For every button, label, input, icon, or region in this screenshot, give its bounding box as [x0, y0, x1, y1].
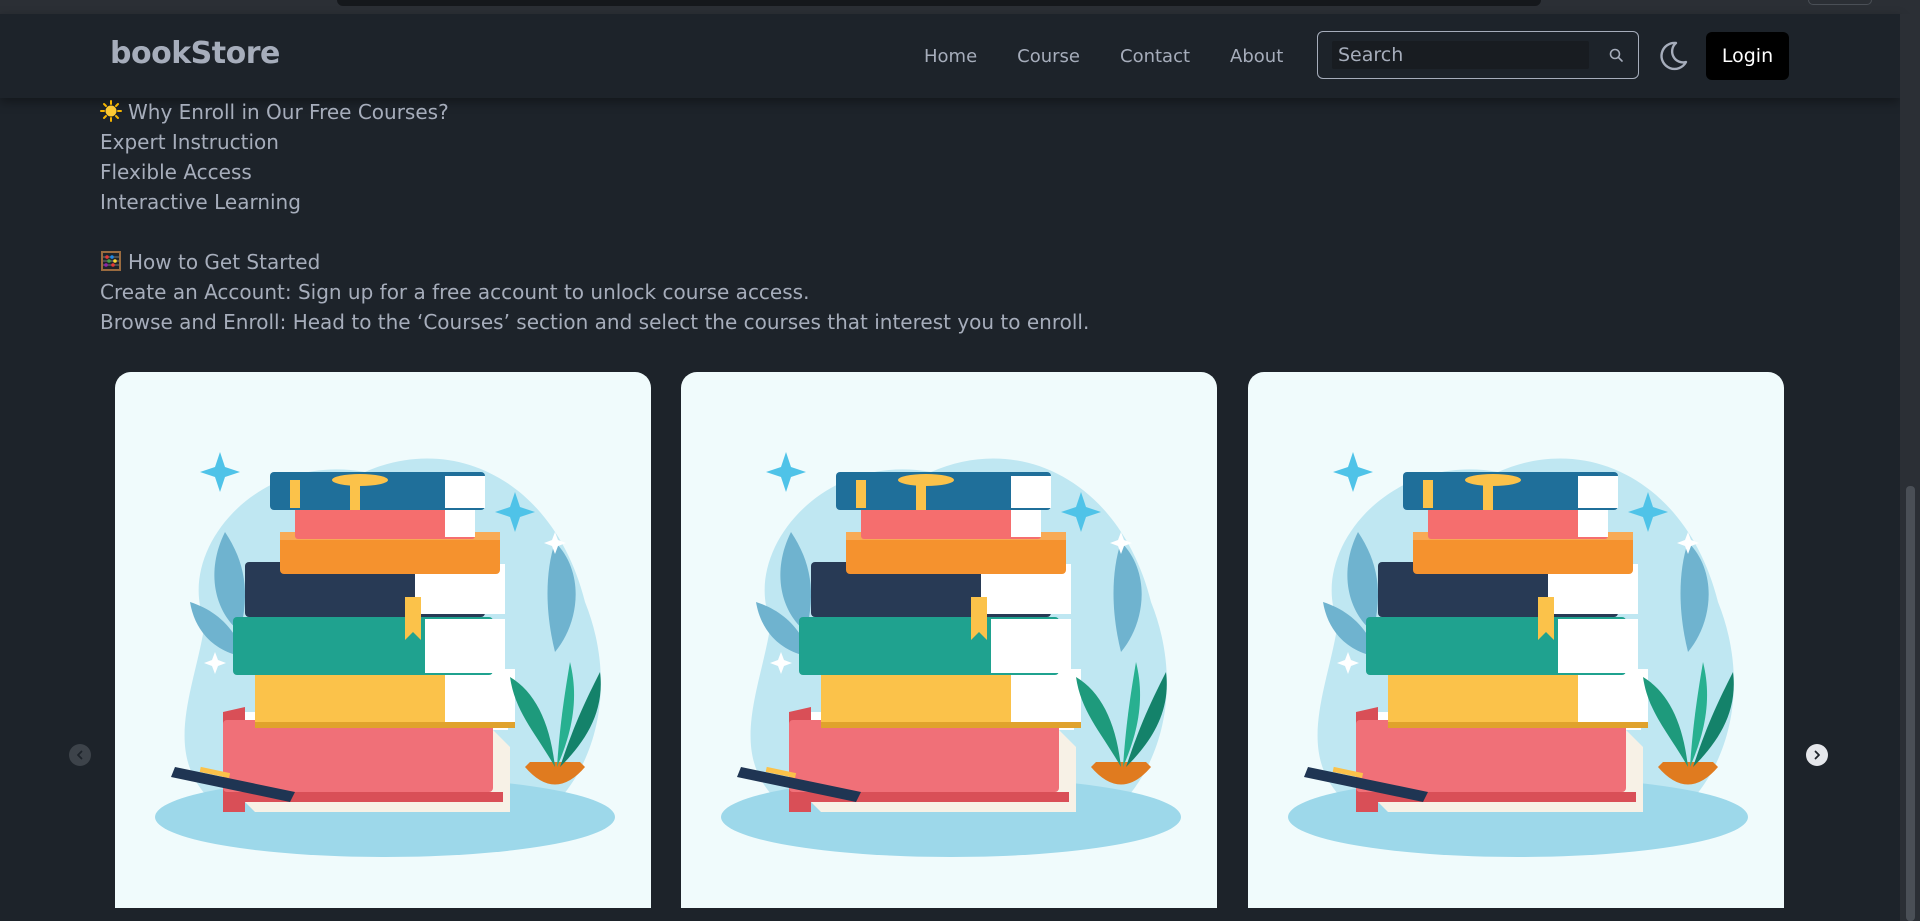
page-scrollbar[interactable]	[1900, 14, 1920, 921]
search-input[interactable]	[1332, 41, 1589, 69]
theme-toggle-moon-icon[interactable]	[1655, 38, 1691, 74]
search-box	[1317, 31, 1639, 79]
navbar: bookStore Home Course Contact About Logi…	[0, 14, 1900, 98]
books-illustration	[1288, 452, 1748, 857]
course-card[interactable]	[1248, 372, 1784, 908]
nav-links: Home Course Contact About	[904, 42, 1303, 71]
start-item: Browse and Enroll: Head to the ‘Courses’…	[100, 310, 1090, 334]
course-card[interactable]	[681, 372, 1217, 908]
chevron-left-icon	[77, 750, 83, 760]
start-item: Create an Account: Sign up for a free ac…	[100, 280, 810, 304]
why-item: Interactive Learning	[100, 190, 301, 214]
start-heading: How to Get Started	[128, 250, 321, 274]
carousel-prev-button[interactable]	[69, 744, 91, 766]
scrollbar-thumb[interactable]	[1906, 486, 1915, 921]
why-heading: Why Enroll in Our Free Courses?	[128, 100, 449, 124]
why-item: Expert Instruction	[100, 130, 279, 154]
carousel-next-button[interactable]	[1806, 744, 1828, 766]
course-card[interactable]	[115, 372, 651, 908]
chevron-right-icon	[1814, 750, 1820, 760]
browser-top-strip	[0, 0, 1920, 14]
abacus-icon	[101, 251, 121, 271]
search-icon[interactable]	[1608, 47, 1624, 63]
nav-link-contact[interactable]: Contact	[1100, 42, 1210, 71]
brand-logo[interactable]: bookStore	[110, 36, 280, 71]
why-heading-row: Why Enroll in Our Free Courses?	[100, 97, 1089, 127]
nav-link-course[interactable]: Course	[997, 42, 1100, 71]
nav-link-about[interactable]: About	[1210, 42, 1303, 71]
books-illustration	[155, 452, 615, 857]
start-heading-row: How to Get Started	[100, 247, 1089, 277]
login-button[interactable]: Login	[1706, 32, 1789, 80]
browser-address-bar-edge	[337, 0, 1541, 6]
sun-icon	[100, 100, 122, 122]
why-item: Flexible Access	[100, 160, 252, 184]
nav-link-home[interactable]: Home	[904, 42, 997, 71]
books-illustration	[721, 452, 1181, 857]
browser-tab-edge	[1808, 0, 1872, 5]
course-info: Why Enroll in Our Free Courses? Expert I…	[100, 97, 1089, 337]
